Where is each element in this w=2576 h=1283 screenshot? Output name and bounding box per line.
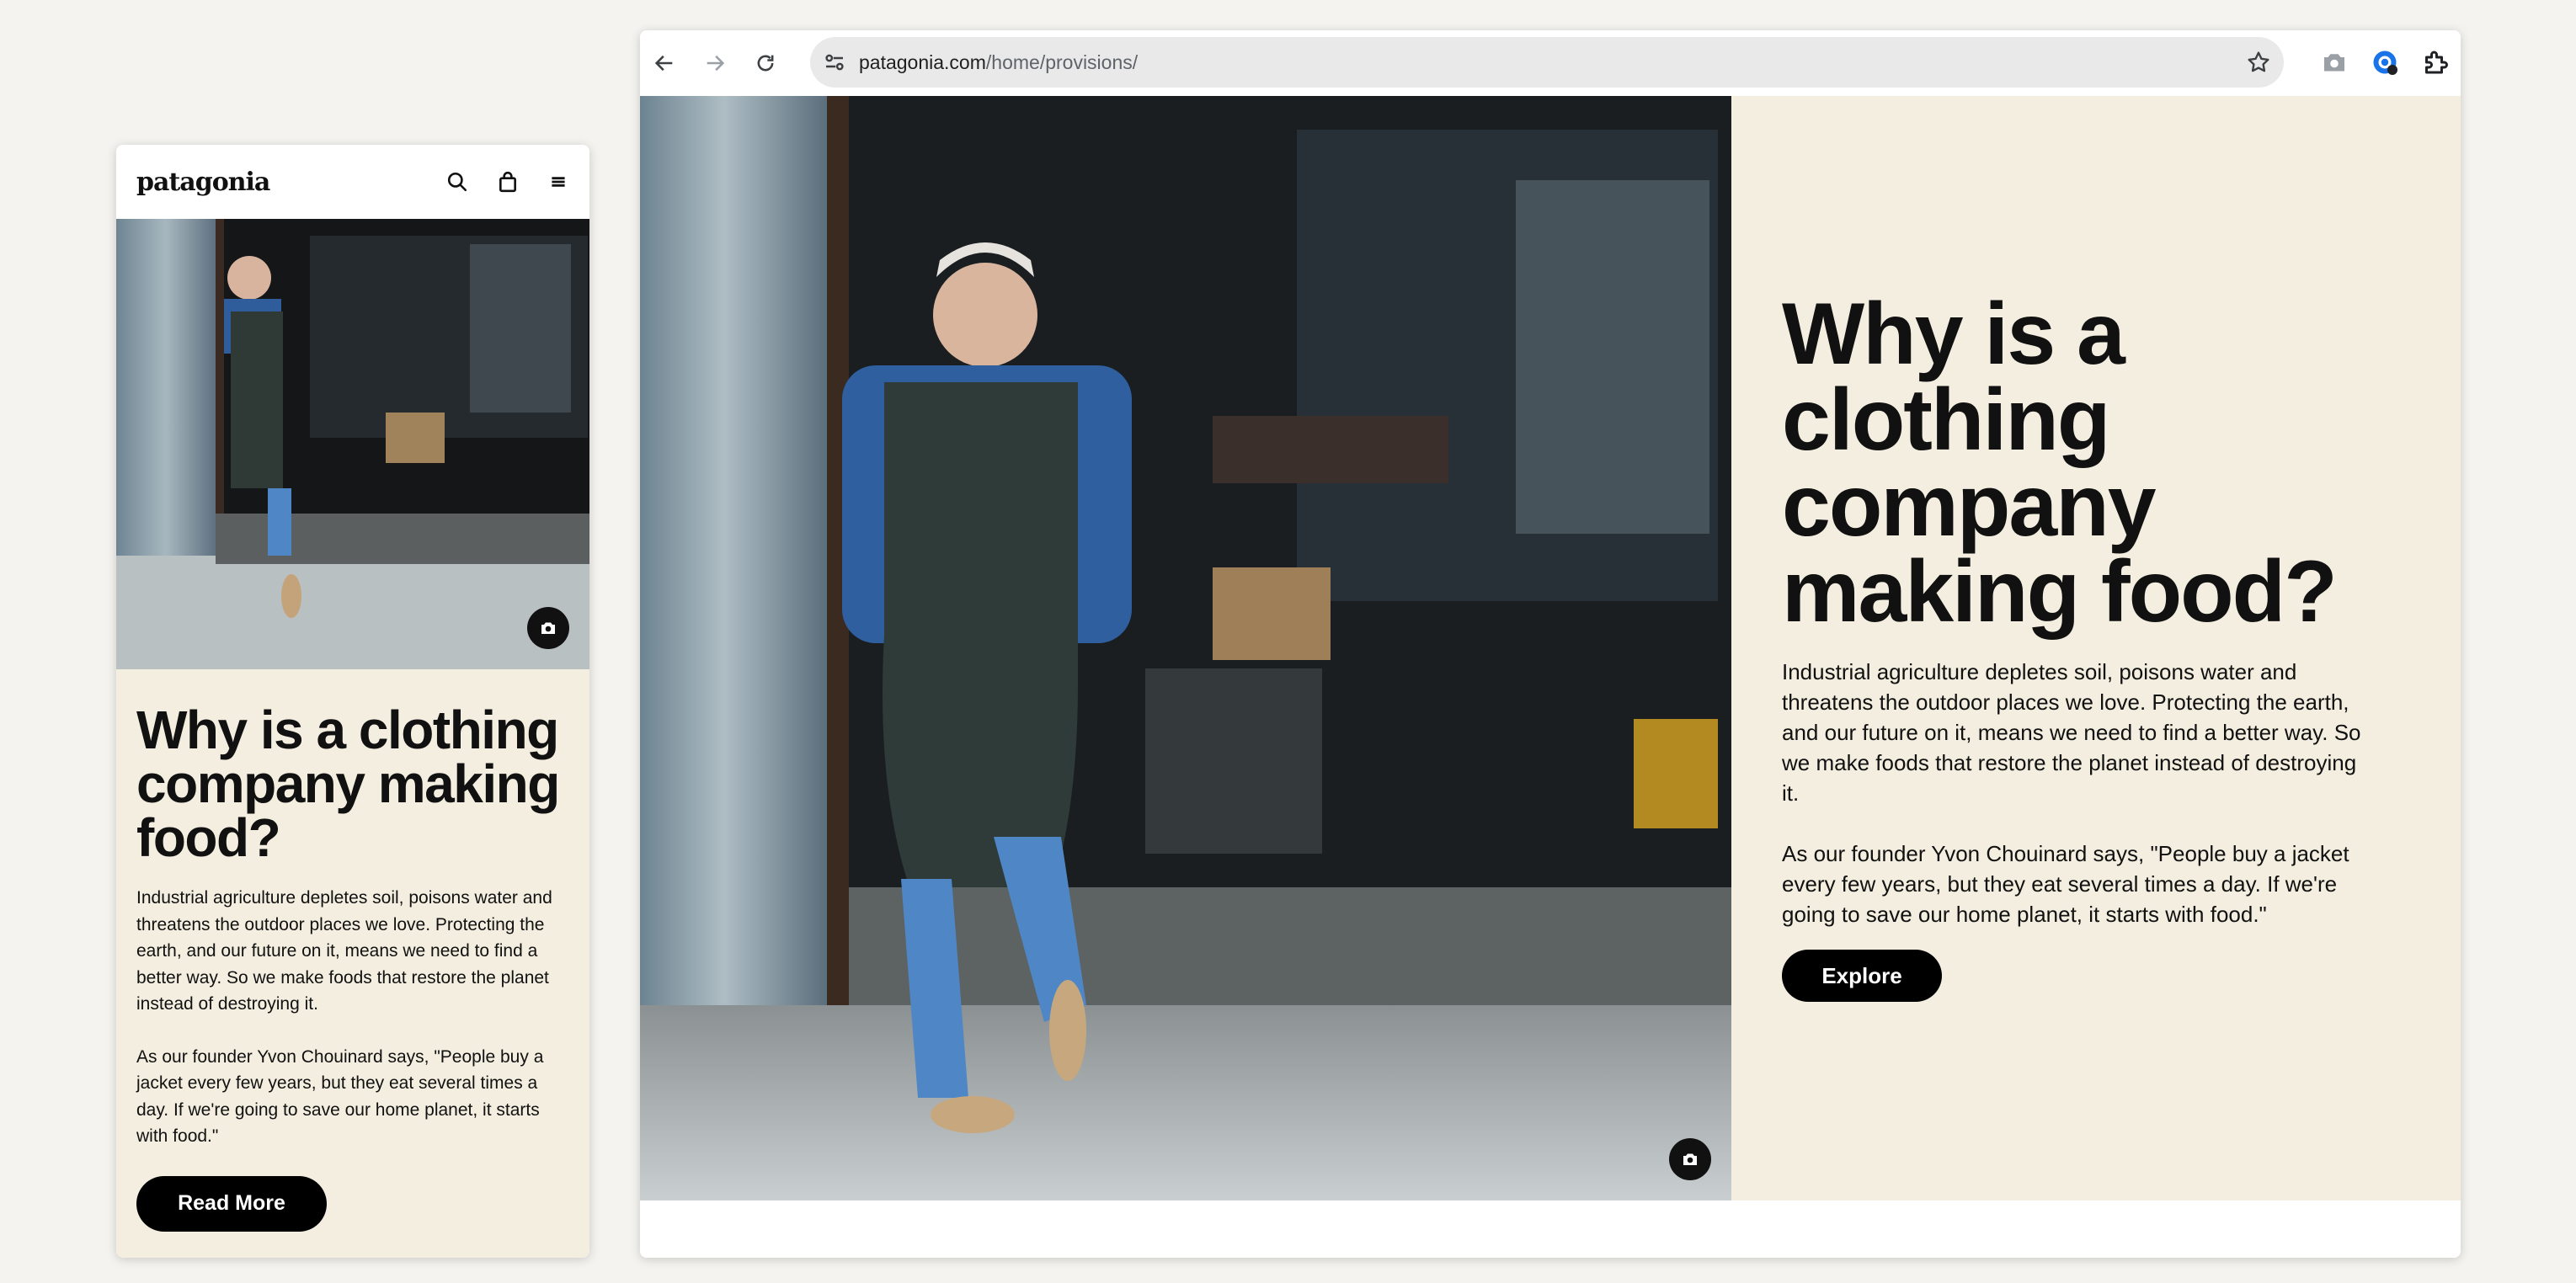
intro-paragraph: Industrial agriculture depletes soil, po… — [136, 888, 552, 1014]
read-more-button[interactable]: Read More — [136, 1175, 327, 1232]
photo-credit-button[interactable] — [527, 607, 569, 649]
back-icon[interactable] — [650, 49, 679, 77]
intro-paragraph: Industrial agriculture depletes soil, po… — [1782, 659, 2361, 806]
site-settings-icon[interactable] — [822, 50, 847, 75]
hero-text-panel: Why is a clothing company making food? I… — [1731, 96, 2461, 1200]
explore-button[interactable]: Explore — [1782, 950, 1942, 1002]
page-title: Why is a clothing company making food? — [136, 700, 560, 868]
search-icon[interactable] — [446, 171, 468, 193]
patagonia-logo[interactable]: patagonia — [136, 168, 270, 197]
profile-extension-icon[interactable] — [2370, 47, 2400, 77]
mobile-preview: patagonia Why is a clothing company maki… — [116, 145, 589, 1258]
quote-paragraph: As our founder Yvon Chouinard says, "Peo… — [136, 1046, 544, 1147]
forward-icon[interactable] — [701, 49, 729, 77]
screenshot-icon[interactable] — [2319, 47, 2349, 77]
browser-toolbar: patagonia.com/home/provisions/ — [640, 30, 2461, 96]
url-domain: patagonia.com — [859, 51, 986, 73]
page-footer-strip — [640, 1200, 2461, 1258]
bookmark-star-icon[interactable] — [2245, 49, 2272, 76]
browser-window: patagonia.com/home/provisions/ Why is a … — [640, 30, 2461, 1258]
reload-icon[interactable] — [751, 49, 780, 77]
hero-photo — [640, 96, 1731, 1200]
quote-paragraph: As our founder Yvon Chouinard says, "Peo… — [1782, 841, 2349, 927]
page-title: Why is a clothing company making food? — [1782, 285, 2338, 641]
mobile-header-icons — [446, 171, 569, 193]
page-content: Why is a clothing company making food? I… — [640, 96, 2461, 1200]
mobile-content: Why is a clothing company making food? I… — [116, 669, 589, 1232]
url-path: /home/provisions/ — [985, 51, 1139, 73]
bag-icon[interactable] — [497, 171, 519, 193]
menu-icon[interactable] — [547, 171, 569, 193]
address-bar[interactable]: patagonia.com/home/provisions/ — [810, 37, 2284, 88]
mobile-header: patagonia — [116, 145, 589, 219]
camera-icon — [538, 618, 558, 638]
url-text: patagonia.com/home/provisions/ — [859, 51, 1138, 74]
photo-credit-button[interactable] — [1669, 1138, 1711, 1180]
hero-photo — [116, 219, 589, 669]
camera-icon — [1680, 1149, 1700, 1169]
extensions-puzzle-icon[interactable] — [2420, 47, 2451, 77]
